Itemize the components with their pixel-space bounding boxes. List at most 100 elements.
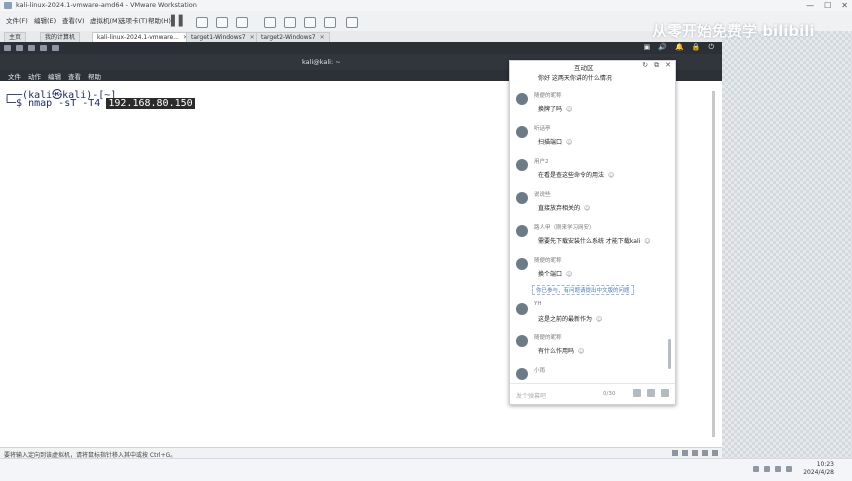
lock-icon[interactable]: 🔒 <box>692 43 701 52</box>
username[interactable]: 随便的昵称 <box>534 333 562 341</box>
username[interactable]: 随便的昵称 <box>534 91 562 99</box>
close-icon[interactable]: ✕ <box>665 61 671 70</box>
message-text: 扫描端口 ☺ <box>538 139 573 146</box>
like-icon[interactable]: ☺ <box>596 316 602 323</box>
system-notice: 你已参与，有问题请提出中文版的问题 <box>532 285 634 295</box>
usb-icon[interactable] <box>702 450 708 456</box>
snapshot-icon[interactable] <box>196 17 208 28</box>
image-icon[interactable] <box>633 389 641 397</box>
kali-menu-icon[interactable] <box>4 45 11 51</box>
maximize-button[interactable]: ☐ <box>824 0 831 11</box>
close-icon[interactable]: ✕ <box>320 34 325 41</box>
menu-help[interactable]: 帮助(H) <box>148 15 171 25</box>
monitor-icon[interactable]: ▣ <box>644 43 651 52</box>
username[interactable]: YH <box>534 301 542 307</box>
menu-vm[interactable]: 虚拟机(M) <box>90 15 120 25</box>
menu-view[interactable]: 查看(V) <box>62 15 85 25</box>
file-manager-icon[interactable] <box>28 45 35 51</box>
fit-guest-icon[interactable] <box>346 17 358 28</box>
terminal-menu-view[interactable]: 查看 <box>68 71 81 81</box>
chat-panel: 互动区 ↻ ⧉ ✕ 你好 这两天你讲的什么情况 随便的昵称 换牌了吗 ☺ 听话亭 … <box>509 60 676 405</box>
message-text: 有什么作用吗 ☺ <box>538 348 585 355</box>
like-icon[interactable]: ☺ <box>584 205 590 212</box>
like-icon[interactable]: ☺ <box>608 172 614 179</box>
char-count: 0/30 <box>603 391 616 397</box>
menu-edit[interactable]: 编辑(E) <box>34 15 56 25</box>
tab-target1[interactable]: target1-Windows7 ✕ <box>186 32 260 42</box>
popout-icon[interactable]: ⧉ <box>654 61 659 70</box>
command-text: └─$ nmap -sT -T4 <box>4 98 107 109</box>
sound-icon[interactable] <box>712 450 718 456</box>
vmware-app-icon <box>4 2 12 9</box>
volume-icon[interactable] <box>775 466 781 472</box>
chat-footer: 发个弹幕吧 0/30 <box>510 383 675 405</box>
tab-home[interactable]: 主页 <box>4 32 27 42</box>
cd-icon[interactable] <box>682 450 688 456</box>
minimize-button[interactable]: — <box>806 0 814 11</box>
hdd-icon[interactable] <box>672 450 678 456</box>
like-icon[interactable]: ☺ <box>578 348 584 355</box>
console-view-icon[interactable] <box>304 17 316 28</box>
browser-icon[interactable] <box>52 45 59 51</box>
revert-icon[interactable] <box>216 17 228 28</box>
menu-tabs[interactable]: 选项卡(T) <box>119 15 148 25</box>
username[interactable]: 小雨 <box>534 366 545 374</box>
tab-target2[interactable]: target2-Windows7 ✕ <box>256 32 330 42</box>
emoji-icon[interactable] <box>647 389 655 397</box>
terminal-scrollbar[interactable] <box>712 91 715 437</box>
username[interactable]: 路人甲（刚来学习网安） <box>534 223 595 231</box>
gift-icon[interactable] <box>661 389 669 397</box>
window-controls: — ☐ ✕ <box>806 0 848 11</box>
desktop-background <box>722 31 852 458</box>
avatar[interactable] <box>516 159 528 171</box>
avatar[interactable] <box>516 368 528 380</box>
chevron-up-icon[interactable] <box>753 466 759 472</box>
clock[interactable]: 10:23 2024/4/28 <box>803 461 834 477</box>
username[interactable]: 听话亭 <box>534 124 551 132</box>
terminal-menu-action[interactable]: 动作 <box>28 71 41 81</box>
terminal-menu-help[interactable]: 帮助 <box>88 71 101 81</box>
terminal-menu-edit[interactable]: 编辑 <box>48 71 61 81</box>
power-icon[interactable]: ⏻ <box>708 43 714 52</box>
tab-kali[interactable]: kali-linux-2024.1-vmware...✕ <box>92 32 193 42</box>
command-ip-selection: 192.168.80.150 <box>106 98 195 109</box>
close-icon[interactable]: ✕ <box>250 34 255 41</box>
workspace-icon[interactable] <box>16 45 23 51</box>
username[interactable]: 随便的昵称 <box>534 256 562 264</box>
chat-message-list[interactable]: 你好 这两天你讲的什么情况 随便的昵称 换牌了吗 ☺ 听话亭 扫描端口 ☺ 用户2 … <box>510 71 675 383</box>
avatar[interactable] <box>516 126 528 138</box>
terminal-menu-file[interactable]: 文件 <box>8 71 21 81</box>
refresh-icon[interactable]: ↻ <box>642 61 648 70</box>
avatar[interactable] <box>516 258 528 270</box>
like-icon[interactable]: ☺ <box>566 271 572 278</box>
like-icon[interactable]: ☺ <box>566 139 572 146</box>
avatar[interactable] <box>516 225 528 237</box>
like-icon[interactable]: ☺ <box>566 106 572 113</box>
menu-file[interactable]: 文件(F) <box>6 15 28 25</box>
terminal-icon[interactable] <box>40 45 47 51</box>
manage-snapshot-icon[interactable] <box>236 17 248 28</box>
chat-header-icons: ↻ ⧉ ✕ <box>642 61 671 70</box>
username[interactable]: 说说些 <box>534 190 551 198</box>
unity-icon[interactable] <box>284 17 296 28</box>
like-icon[interactable]: ☺ <box>644 238 650 245</box>
network-icon[interactable] <box>692 450 698 456</box>
close-button[interactable]: ✕ <box>841 0 848 11</box>
notification-icon[interactable]: 🔔 <box>675 43 684 52</box>
avatar[interactable] <box>516 303 528 315</box>
full-screen-icon[interactable] <box>264 17 276 28</box>
clock-date: 2024/4/28 <box>803 469 834 476</box>
username[interactable]: 用户2 <box>534 157 549 165</box>
tab-my-computer[interactable]: 我的计算机 <box>40 32 81 42</box>
stretch-icon[interactable] <box>324 17 336 28</box>
chat-scrollbar[interactable] <box>668 339 671 369</box>
avatar[interactable] <box>516 335 528 347</box>
volume-icon[interactable]: 🔊 <box>658 43 667 52</box>
battery-icon[interactable] <box>786 466 792 472</box>
chat-input[interactable]: 发个弹幕吧 <box>516 391 546 400</box>
pause-icon[interactable]: ▌▌ <box>171 16 186 27</box>
avatar[interactable] <box>516 192 528 204</box>
terminal-title: kali@kali: ~ <box>302 58 341 66</box>
network-icon[interactable] <box>764 466 770 472</box>
avatar[interactable] <box>516 93 528 105</box>
